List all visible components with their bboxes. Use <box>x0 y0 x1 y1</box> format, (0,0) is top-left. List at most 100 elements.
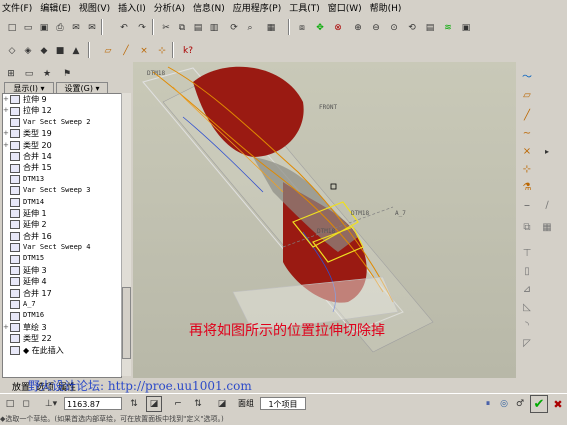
zoom-in-icon[interactable]: ⊕ <box>350 20 366 36</box>
print-icon[interactable]: ⎙ <box>52 20 68 36</box>
remove-material-icon[interactable]: ◪ <box>146 396 162 412</box>
connections-tab-icon[interactable]: ⚑ <box>59 66 75 82</box>
paste-icon[interactable]: ▤ <box>190 20 206 36</box>
orient-icon[interactable]: ⊗ <box>330 20 346 36</box>
datum-points-icon[interactable]: × <box>136 43 152 59</box>
quilt-icon[interactable]: ◪ <box>214 396 230 412</box>
tree-item[interactable]: 合并 16 <box>3 231 121 242</box>
menu-item-2[interactable]: 视图(V) <box>77 1 116 14</box>
shading-icon[interactable]: ■ <box>52 43 68 59</box>
group-icon[interactable]: ⧉ <box>520 220 534 234</box>
wireframe-icon[interactable]: ◇ <box>4 43 20 59</box>
refit-icon[interactable]: ⊙ <box>386 20 402 36</box>
menu-item-3[interactable]: 插入(I) <box>116 1 152 14</box>
point-icon[interactable]: × <box>520 144 534 158</box>
expand-toggle[interactable]: + <box>3 322 9 333</box>
open-icon[interactable]: ▭ <box>20 20 36 36</box>
menu-item-1[interactable]: 编辑(E) <box>38 1 77 14</box>
undo-icon[interactable]: ↶ <box>116 20 132 36</box>
tree-item[interactable]: 合并 14 <box>3 151 121 162</box>
hole-icon[interactable]: ⊤ <box>520 246 534 260</box>
model-tree-tab-icon[interactable]: ⊞ <box>3 66 19 82</box>
tree-item[interactable]: DTM15 <box>3 253 121 264</box>
tree-item[interactable]: DTM14 <box>3 197 121 208</box>
regenerate-icon[interactable]: ⟳ <box>226 20 242 36</box>
datum-axes-icon[interactable]: ╱ <box>118 43 134 59</box>
shell-icon[interactable]: ▯ <box>520 264 534 278</box>
redo-icon[interactable]: ↷ <box>134 20 150 36</box>
reorient-icon[interactable]: ⟲ <box>404 20 420 36</box>
tree-item[interactable]: + 草绘 3 <box>3 322 121 333</box>
verify-icon[interactable]: ♂ <box>512 396 528 412</box>
saved-views-icon[interactable]: ▤ <box>422 20 438 36</box>
favorites-tab-icon[interactable]: ★ <box>39 66 55 82</box>
tree-item[interactable]: DTM16 <box>3 310 121 321</box>
view-manager-icon[interactable]: ▣ <box>458 20 474 36</box>
menu-item-7[interactable]: 工具(T) <box>287 1 326 14</box>
expand-toggle[interactable]: + <box>3 140 9 151</box>
tree-item[interactable]: 延伸 1 <box>3 208 121 219</box>
solid-icon[interactable]: □ <box>2 396 18 412</box>
axis-icon[interactable]: ╱ <box>520 108 534 122</box>
surface-icon[interactable]: ◻ <box>18 396 34 412</box>
tree-item[interactable]: ◆ 在此插入 <box>3 345 121 356</box>
offset-icon[interactable]: ∕ <box>540 198 554 212</box>
spin-center-icon[interactable]: ✥ <box>312 20 328 36</box>
menu-item-5[interactable]: 信息(N) <box>191 1 231 14</box>
context-help-icon[interactable]: k? <box>180 43 196 59</box>
more-icon[interactable]: ▸ <box>540 144 554 158</box>
hidden-line-icon[interactable]: ◈ <box>20 43 36 59</box>
tree-item[interactable]: Var Sect Sweep 3 <box>3 185 121 196</box>
tree-item[interactable]: 延伸 2 <box>3 219 121 230</box>
cancel-icon[interactable]: ✖ <box>550 396 566 412</box>
email-attach-icon[interactable]: ✉ <box>84 20 100 36</box>
select-filter-icon[interactable]: ▦ <box>260 20 282 36</box>
expand-toggle[interactable]: + <box>3 105 9 116</box>
save-icon[interactable]: ▣ <box>36 20 52 36</box>
email-icon[interactable]: ✉ <box>68 20 84 36</box>
tree-item[interactable]: Var Sect Sweep 2 <box>3 117 121 128</box>
depth-input[interactable]: 1163.87 <box>64 397 122 410</box>
menu-item-9[interactable]: 帮助(H) <box>368 1 408 14</box>
copy-icon[interactable]: ⧉ <box>174 20 190 36</box>
find-icon[interactable]: ⌕ <box>242 20 258 36</box>
chamfer-icon[interactable]: ◸ <box>520 336 534 350</box>
ok-icon[interactable]: ✔ <box>530 395 548 413</box>
menu-item-8[interactable]: 窗口(W) <box>326 1 368 14</box>
tree-item[interactable]: Var Sect Sweep 4 <box>3 242 121 253</box>
zoom-out-icon[interactable]: ⊖ <box>368 20 384 36</box>
depth-option-icon[interactable]: ⊥▾ <box>40 396 62 412</box>
tree-item[interactable]: DTM13 <box>3 174 121 185</box>
graphics-viewport[interactable]: FRONT DTM18 DTM18 A_7 DTM18 再将如图所示的位置拉伸切… <box>133 62 516 378</box>
tree-item[interactable]: 类型 22 <box>3 333 121 344</box>
no-hidden-icon[interactable]: ◆ <box>36 43 52 59</box>
rib-icon[interactable]: ⊿ <box>520 282 534 296</box>
quilt-selector[interactable]: 1个项目 <box>260 397 306 410</box>
tree-item[interactable]: 合并 17 <box>3 288 121 299</box>
flip-depth-icon[interactable]: ⇅ <box>126 396 142 412</box>
datum-ref-icon[interactable]: ⎯ <box>520 198 534 212</box>
thicken-icon[interactable]: ⌐ <box>170 396 186 412</box>
tree-item[interactable]: A_7 <box>3 299 121 310</box>
tree-item[interactable]: + 类型 20 <box>3 140 121 151</box>
menu-item-6[interactable]: 应用程序(P) <box>231 1 287 14</box>
repaint-icon[interactable]: ⧈ <box>294 20 310 36</box>
cut-icon[interactable]: ✂ <box>158 20 174 36</box>
flip-side-icon[interactable]: ⇅ <box>190 396 206 412</box>
layers-icon[interactable]: ≋ <box>440 20 456 36</box>
sketch-icon[interactable]: 〜 <box>520 68 534 83</box>
folder-browser-tab-icon[interactable]: ▭ <box>21 66 37 82</box>
tree-item[interactable]: 延伸 3 <box>3 265 121 276</box>
expand-toggle[interactable]: + <box>3 128 9 139</box>
pause-icon[interactable]: ⏸ <box>480 396 496 412</box>
curve-icon[interactable]: ∼ <box>520 126 534 140</box>
csys-icon[interactable]: ⊹ <box>520 162 534 176</box>
datum-planes-icon[interactable]: ▱ <box>100 43 116 59</box>
plane-icon[interactable]: ▱ <box>520 88 534 102</box>
tree-scrollbar-thumb[interactable] <box>122 287 131 359</box>
expand-toggle[interactable]: + <box>3 94 9 105</box>
tree-item[interactable]: 合并 15 <box>3 162 121 173</box>
paste-special-icon[interactable]: ▥ <box>206 20 222 36</box>
enhanced-realism-icon[interactable]: ▲ <box>68 43 84 59</box>
tree-item[interactable]: + 拉伸 9 <box>3 94 121 105</box>
